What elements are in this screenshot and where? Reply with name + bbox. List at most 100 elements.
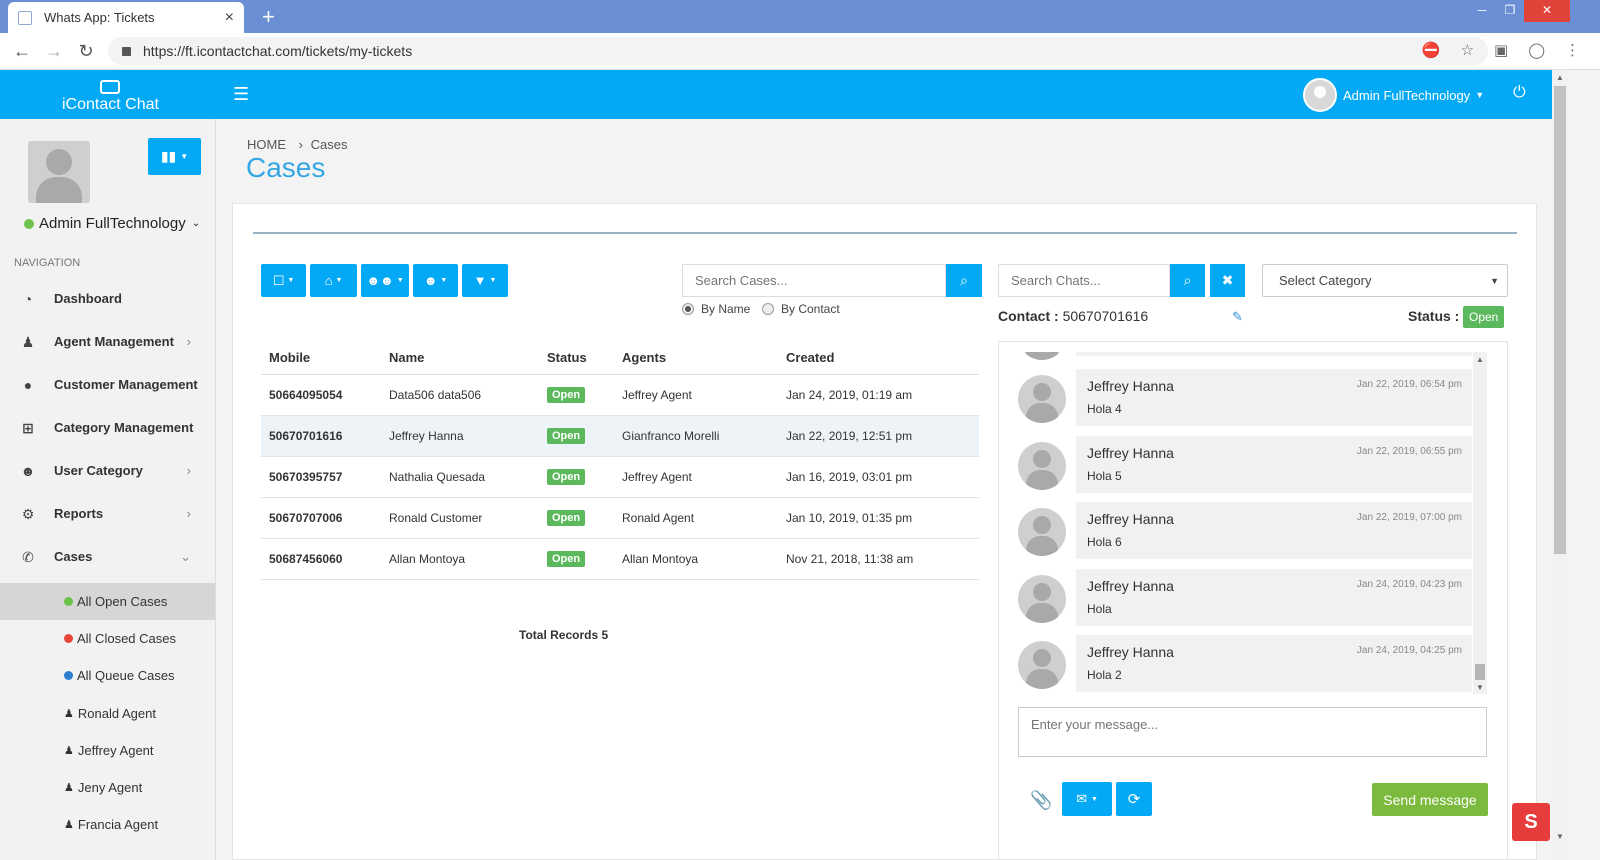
sitemap-icon: ⊞	[22, 419, 34, 436]
paperclip-icon[interactable]: 📎	[1030, 790, 1052, 811]
cell-created: Jan 22, 2019, 12:51 pm	[778, 415, 979, 457]
avatar	[1018, 508, 1066, 556]
reload-icon[interactable]: ↻	[70, 41, 102, 62]
column-header-created[interactable]: Created	[778, 341, 979, 375]
chat-message-list[interactable]: Jeffrey Hanna Jan 22, 2019, 06:54 pm Hol…	[1016, 352, 1472, 692]
profile-icon[interactable]: ◯	[1528, 41, 1545, 59]
column-header-mobile[interactable]: Mobile	[261, 341, 381, 375]
sidebar-item-user-category[interactable]: ☻ User Category ›	[0, 449, 215, 492]
sidebar-item-agent-management[interactable]: ♟ Agent Management ›	[0, 320, 215, 363]
sidebar-item-customer-management[interactable]: ● Customer Management	[0, 363, 215, 406]
sidebar-item-reports[interactable]: ⚙ Reports ›	[0, 492, 215, 535]
column-header-agents[interactable]: Agents	[614, 341, 778, 375]
sidebar-subitem-ronald-agent[interactable]: ♟ Ronald Agent	[0, 695, 215, 732]
menu-kebab-icon[interactable]: ⋮	[1565, 41, 1580, 59]
message-time: Jan 22, 2019, 06:54 pm	[1356, 379, 1462, 390]
nav-heading: NAVIGATION	[14, 257, 81, 269]
hamburger-menu-icon[interactable]: ☰	[233, 84, 249, 105]
sidebar-user-menu[interactable]: Admin FullTechnology ⌄	[24, 215, 200, 232]
scrollbar-thumb[interactable]	[1475, 664, 1485, 680]
search-chats-field[interactable]	[998, 264, 1170, 297]
assign-agent-button[interactable]: ☻ ▼	[413, 264, 458, 297]
sidebar-subitem-all-queue-cases[interactable]: All Queue Cases	[0, 657, 215, 694]
select-all-button[interactable]: ☐ ▼	[261, 264, 306, 297]
chevron-right-icon: ›	[186, 463, 191, 478]
sidebar-item-category-management[interactable]: ⊞ Category Management	[0, 406, 215, 449]
close-tab-icon[interactable]: ×	[225, 9, 234, 27]
chat-message: Jeffrey Hanna Jan 24, 2019, 04:25 pm Hol…	[1016, 635, 1472, 692]
layout-toggle-button[interactable]: ▮▮ ▼	[148, 138, 201, 175]
chat-scrollbar[interactable]: ▲ ▼	[1473, 352, 1487, 694]
new-tab-icon[interactable]: +	[262, 4, 275, 30]
page-scrollbar[interactable]: ▲ ▼	[1552, 70, 1568, 860]
avatar	[1303, 78, 1337, 112]
blue-status-dot	[64, 671, 73, 680]
search-cases-button[interactable]: ⌕	[946, 264, 982, 297]
search-cases-field[interactable]	[682, 264, 946, 297]
breadcrumb-home[interactable]: HOME	[247, 137, 286, 152]
group-button[interactable]: ☻☻ ▼	[361, 264, 409, 297]
window-close-icon[interactable]: ✕	[1524, 0, 1570, 22]
table-row[interactable]: 50670395757 Nathalia Quesada Open Jeffre…	[261, 456, 979, 498]
chat-widget-logo-icon[interactable]: S	[1512, 803, 1550, 841]
chat-message: Jeffrey Hanna Jan 22, 2019, 06:54 pm Hol…	[1016, 369, 1472, 426]
sidebar-subitem-label: All Closed Cases	[77, 631, 176, 646]
sidebar-item-dashboard[interactable]: ◔ Dashboard	[0, 277, 215, 320]
envelope-icon: ✉	[1076, 791, 1087, 806]
power-icon[interactable]: ⏻	[1513, 84, 1526, 102]
app-header: iContact Chat ☰ Admin FullTechnology ▼ ⏻	[0, 70, 1552, 119]
refresh-button[interactable]: ⟳	[1116, 782, 1152, 816]
search-cases-input[interactable]	[695, 273, 945, 288]
scroll-down-icon[interactable]: ▼	[1556, 832, 1564, 841]
forward-icon[interactable]: →	[38, 41, 70, 62]
message-field[interactable]	[1018, 707, 1487, 757]
sidebar-subitem-label: Jeffrey Agent	[77, 743, 154, 758]
send-message-button[interactable]: Send message	[1372, 783, 1488, 816]
search-chats-input[interactable]	[1011, 273, 1169, 288]
by-name-radio[interactable]: By Name	[682, 302, 750, 316]
star-icon[interactable]: ☆	[1461, 41, 1474, 59]
address-bar: ← → ↻ https://ft.icontactchat.com/ticket…	[0, 33, 1600, 70]
caret-down-icon: ▼	[335, 277, 343, 284]
table-row[interactable]: 50670707006 Ronald Customer Open Ronald …	[261, 497, 979, 539]
url-field[interactable]: https://ft.icontactchat.com/tickets/my-t…	[108, 37, 1488, 65]
contact-value: 50670701616	[1062, 308, 1149, 324]
scroll-up-icon[interactable]: ▲	[1476, 355, 1484, 364]
restore-icon[interactable]: ❐	[1496, 0, 1524, 22]
tag-button[interactable]: ⌂ ▼	[310, 264, 357, 297]
sidebar-item-cases[interactable]: ✆ Cases ⌄	[0, 535, 215, 578]
page-title: Cases	[246, 152, 326, 183]
back-icon[interactable]: ←	[6, 41, 38, 62]
sidebar-subitem-all-closed-cases[interactable]: All Closed Cases	[0, 620, 215, 657]
app-logo[interactable]: iContact Chat	[62, 80, 159, 114]
minimize-icon[interactable]: ─	[1468, 0, 1496, 22]
cell-mobile: 50670395757	[261, 456, 381, 498]
table-row[interactable]: 50687456060 Allan Montoya Open Allan Mon…	[261, 538, 979, 580]
sidebar-subitem-jeny-agent[interactable]: ♟ Jeny Agent	[0, 769, 215, 806]
caret-down-icon: ▼	[180, 152, 189, 161]
filter-button[interactable]: ▼ ▼	[462, 264, 508, 297]
by-contact-radio[interactable]: By Contact	[762, 302, 840, 316]
scrollbar-thumb[interactable]	[1554, 86, 1566, 554]
cell-mobile: 50687456060	[261, 538, 381, 580]
chevron-down-icon: ⌄	[180, 548, 191, 564]
column-header-name[interactable]: Name	[381, 341, 539, 375]
message-input[interactable]	[1031, 717, 1474, 747]
email-button[interactable]: ✉ ▼	[1062, 782, 1112, 816]
browser-tab[interactable]: Whats App: Tickets ×	[8, 2, 244, 33]
scroll-down-icon[interactable]: ▼	[1476, 683, 1484, 692]
edit-pencil-icon[interactable]: ✎	[1232, 309, 1243, 325]
search-chats-button[interactable]: ⌕	[1170, 264, 1205, 297]
sidebar-subitem-francia-agent[interactable]: ♟ Francia Agent	[0, 806, 215, 843]
category-select[interactable]: Select Category ▼	[1262, 264, 1508, 297]
sidebar-subitem-all-open-cases[interactable]: All Open Cases	[0, 583, 215, 620]
header-user-menu[interactable]: Admin FullTechnology ▼	[1303, 78, 1484, 112]
clear-search-button[interactable]: ✖	[1210, 264, 1245, 297]
table-row[interactable]: 50664095054 Data506 data506 Open Jeffrey…	[261, 374, 979, 416]
block-icon[interactable]: ⛔	[1422, 41, 1441, 59]
column-header-status[interactable]: Status	[539, 341, 614, 375]
sidebar-subitem-jeffrey-agent[interactable]: ♟ Jeffrey Agent	[0, 732, 215, 769]
extension-icon[interactable]: ▣	[1494, 41, 1508, 59]
table-row[interactable]: 50670701616 Jeffrey Hanna Open Gianfranc…	[261, 415, 979, 457]
scroll-up-icon[interactable]: ▲	[1556, 73, 1564, 82]
